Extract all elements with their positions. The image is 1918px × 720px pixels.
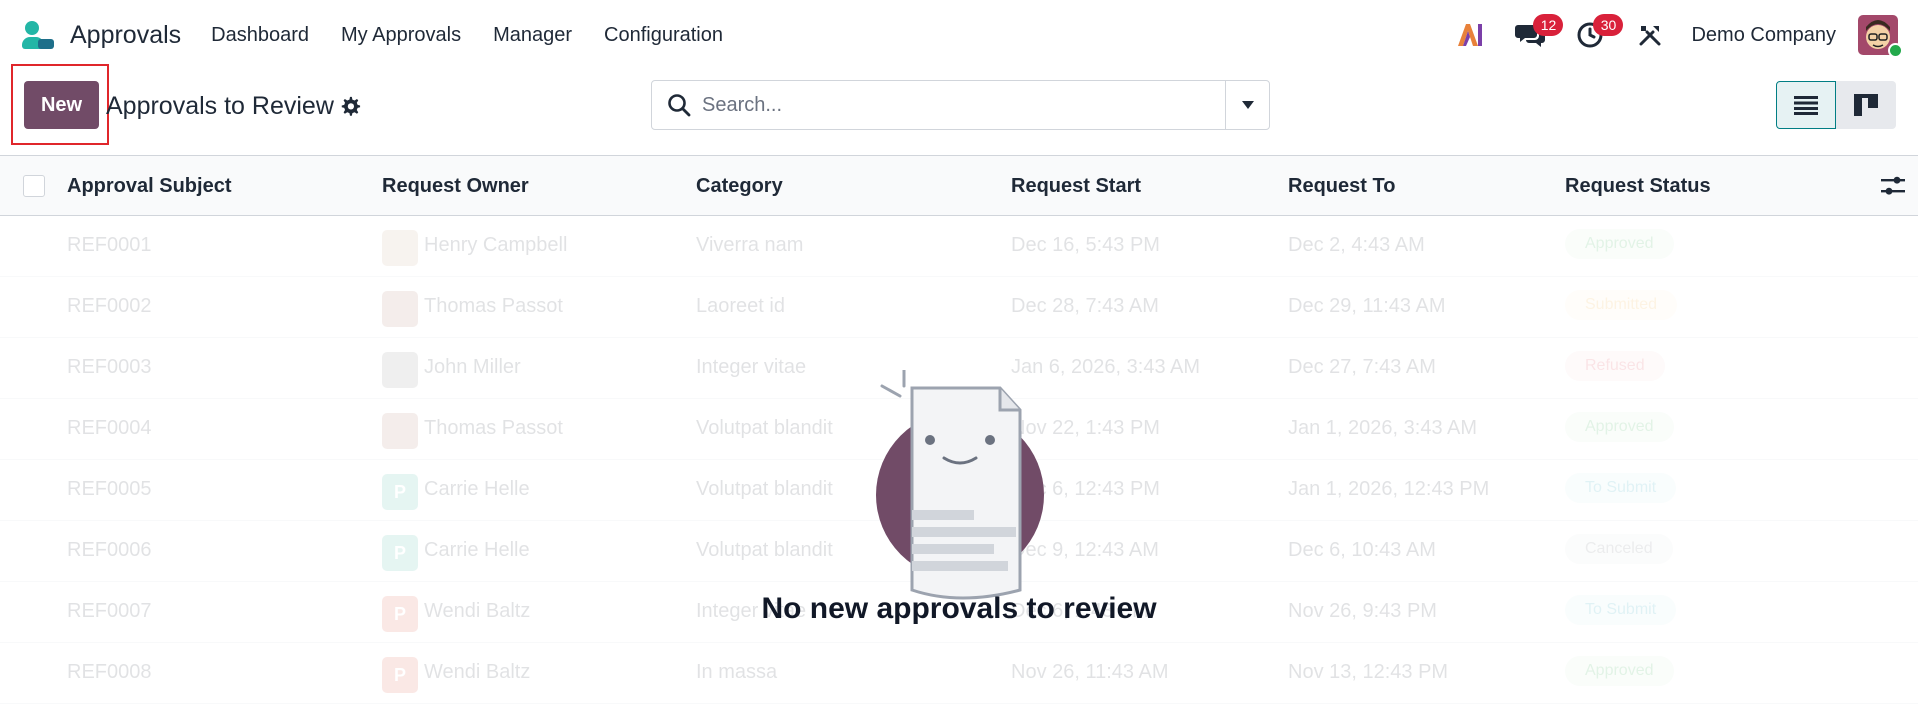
cell-request-to: Dec 27, 7:43 AM [1288, 356, 1436, 378]
ai-icon[interactable] [1453, 18, 1487, 52]
status-badge: Refused [1565, 351, 1665, 381]
owner-avatar: P [382, 474, 418, 510]
table-header: Approval Subject Request Owner Category … [0, 156, 1918, 216]
cell-subject: REF0005 [67, 478, 152, 500]
list-view-button[interactable] [1776, 81, 1836, 129]
cell-category: Viverra nam [696, 234, 804, 256]
status-badge: Approved [1565, 656, 1674, 686]
cell-category: Volutpat blandit [696, 539, 833, 561]
column-category[interactable]: Category [696, 175, 783, 198]
column-request-to[interactable]: Request To [1288, 175, 1395, 198]
cell-owner: Thomas Passot [424, 417, 563, 439]
status-badge: To Submit [1565, 473, 1676, 503]
search-bar [651, 80, 1270, 130]
optional-columns-icon[interactable] [1881, 175, 1905, 199]
kanban-icon [1854, 94, 1878, 116]
search-icon [668, 94, 691, 117]
owner-avatar [382, 352, 418, 388]
cell-subject: REF0002 [67, 295, 152, 317]
app-name[interactable]: Approvals [70, 21, 181, 50]
cell-request-to: Jan 1, 2026, 12:43 PM [1288, 478, 1490, 500]
cell-subject: REF0004 [67, 417, 152, 439]
status-badge: Approved [1565, 229, 1674, 259]
online-status-dot [1888, 43, 1903, 58]
cell-owner: John Miller [424, 356, 521, 378]
table-row[interactable]: REF0002 Thomas Passot Laoreet id Dec 28, 7:… [0, 277, 1918, 338]
search-options-toggle[interactable] [1225, 80, 1270, 130]
tools-icon[interactable] [1633, 18, 1667, 52]
table-row[interactable]: REF0008 P Wendi Baltz In massa Nov 26, 11:43… [0, 643, 1918, 704]
cell-owner: Thomas Passot [424, 295, 563, 317]
menu-manager[interactable]: Manager [493, 24, 572, 47]
select-all-checkbox[interactable] [23, 175, 45, 197]
column-request-owner[interactable]: Request Owner [382, 175, 529, 198]
owner-avatar: P [382, 657, 418, 693]
owner-avatar [382, 413, 418, 449]
status-badge: Canceled [1565, 534, 1673, 564]
top-navbar: Approvals Dashboard My Approvals Manager… [0, 0, 1918, 70]
owner-avatar [382, 230, 418, 266]
cell-category: In massa [696, 661, 778, 683]
approvals-app-icon[interactable] [20, 17, 56, 53]
menu-my-approvals[interactable]: My Approvals [341, 24, 461, 47]
cell-request-start: Nov 26, 11:43 AM [1011, 661, 1169, 683]
table-row[interactable]: REF0001 Henry Campbell Viverra nam Dec 16, … [0, 216, 1918, 277]
cell-category: Integer vitae [696, 356, 807, 378]
caret-down-icon [1242, 101, 1254, 109]
cell-request-to: Jan 1, 2026, 3:43 AM [1288, 417, 1478, 439]
cell-request-to: Dec 29, 11:43 AM [1288, 295, 1446, 317]
cell-request-to: Dec 2, 4:43 AM [1288, 234, 1425, 256]
column-request-status[interactable]: Request Status [1565, 175, 1711, 198]
cell-subject: REF0003 [67, 356, 152, 378]
kanban-view-button[interactable] [1836, 81, 1896, 129]
list-icon [1794, 96, 1818, 115]
user-avatar[interactable] [1858, 15, 1903, 58]
cell-subject: REF0008 [67, 661, 152, 683]
owner-avatar [382, 291, 418, 327]
search-input[interactable] [702, 93, 1222, 117]
company-switcher[interactable]: Demo Company [1691, 24, 1836, 47]
cell-subject: REF0001 [67, 234, 152, 256]
activities-badge: 30 [1593, 14, 1624, 36]
cell-owner: Carrie Helle [424, 539, 530, 561]
empty-state-message: No new approvals to review [761, 592, 1157, 625]
cell-category: Volutpat blandit [696, 417, 833, 439]
status-badge: Submitted [1565, 290, 1677, 320]
messages-badge: 12 [1533, 14, 1564, 36]
cell-category: Volutpat blandit [696, 478, 833, 500]
cell-request-start: Dec 28, 7:43 AM [1011, 295, 1159, 317]
cell-owner: Wendi Baltz [424, 661, 531, 683]
cell-subject: REF0006 [67, 539, 152, 561]
new-button[interactable]: New [24, 81, 99, 129]
status-badge: Approved [1565, 412, 1674, 442]
cell-category: Laoreet id [696, 295, 785, 317]
cell-request-to: Dec 6, 10:43 AM [1288, 539, 1436, 561]
clock-icon[interactable]: 30 [1573, 14, 1624, 52]
owner-avatar: P [382, 535, 418, 571]
gear-icon[interactable] [339, 95, 363, 119]
menu-dashboard[interactable]: Dashboard [211, 24, 309, 47]
chat-icon[interactable]: 12 [1513, 14, 1564, 52]
empty-document-illustration [860, 368, 1060, 600]
cell-owner: Henry Campbell [424, 234, 568, 256]
cell-request-to: Nov 13, 12:43 PM [1288, 661, 1449, 683]
page-title[interactable]: Approvals to Review [106, 92, 334, 121]
column-approval-subject[interactable]: Approval Subject [67, 175, 231, 198]
column-request-start[interactable]: Request Start [1011, 175, 1141, 198]
cell-owner: Carrie Helle [424, 478, 530, 500]
menu-configuration[interactable]: Configuration [604, 24, 723, 47]
cell-request-start: Dec 16, 5:43 PM [1011, 234, 1160, 256]
